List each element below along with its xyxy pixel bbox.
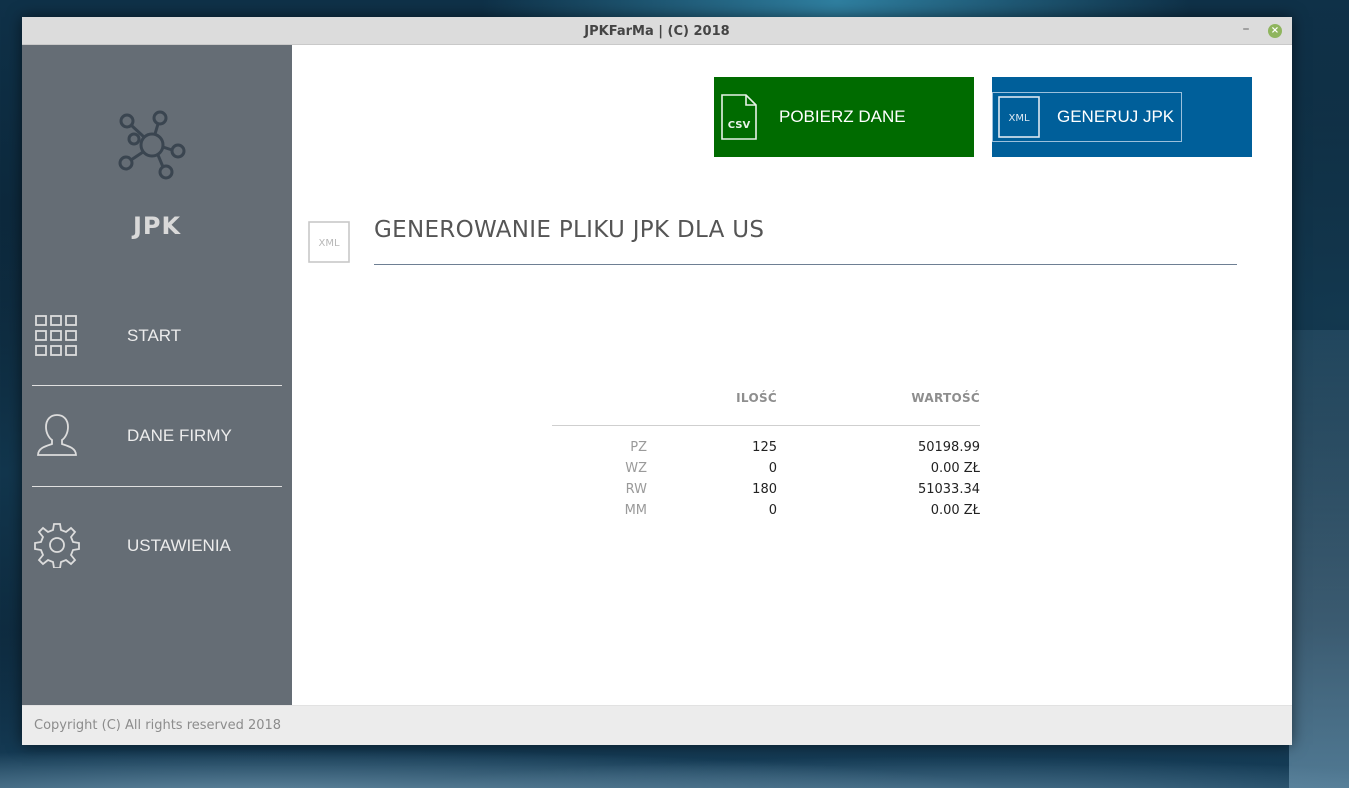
row-qty: 125 (752, 440, 777, 455)
svg-text:XML: XML (1008, 113, 1029, 124)
column-header-value: WARTOŚĆ (911, 391, 980, 405)
row-label: PZ (630, 440, 647, 455)
generate-jpk-button[interactable]: XML GENERUJ JPK (992, 77, 1252, 157)
download-data-button[interactable]: CSV POBIERZ DANE (714, 77, 974, 157)
desktop-snow-right (1289, 330, 1349, 788)
logo-text: JPK (132, 212, 182, 240)
app-window: JPKFarMa | (C) 2018 – × JPK START DANE F… (22, 17, 1292, 745)
sidebar-divider (32, 486, 282, 487)
network-hub-icon (114, 105, 190, 185)
user-icon (34, 412, 80, 462)
sidebar-item-start[interactable]: START (22, 288, 292, 378)
gear-icon (34, 522, 80, 572)
row-qty: 0 (768, 461, 777, 476)
csv-file-icon: CSV (720, 93, 758, 145)
download-data-label: POBIERZ DANE (779, 107, 906, 126)
sidebar-item-label: START (127, 326, 182, 345)
svg-text:XML: XML (318, 238, 339, 249)
sidebar-item-label: USTAWIENIA (127, 536, 231, 555)
xml-file-icon: XML (308, 221, 350, 267)
column-header-qty: ILOŚĆ (736, 391, 777, 405)
row-value: 0.00 ZŁ (930, 503, 980, 518)
sidebar-item-dane-firmy[interactable]: DANE FIRMY (22, 390, 292, 480)
copyright-text: Copyright (C) All rights reserved 2018 (34, 718, 282, 733)
window-title: JPKFarMa | (C) 2018 (584, 24, 730, 39)
sidebar: JPK START DANE FIRMY USTAWIENIA (22, 45, 292, 705)
page-title: GENEROWANIE PLIKU JPK DLA US (374, 217, 765, 243)
row-value: 51033.34 (917, 482, 980, 497)
table-row: RW 180 51033.34 (552, 482, 980, 503)
minimize-button[interactable]: – (1238, 21, 1254, 39)
close-button[interactable]: × (1268, 24, 1282, 38)
sidebar-item-ustawienia[interactable]: USTAWIENIA (22, 500, 292, 590)
table-row: MM 0 0.00 ZŁ (552, 503, 980, 524)
svg-text:CSV: CSV (728, 120, 751, 131)
row-value: 0.00 ZŁ (930, 461, 980, 476)
row-qty: 180 (752, 482, 777, 497)
sidebar-item-label: DANE FIRMY (127, 426, 232, 445)
row-label: RW (625, 482, 647, 497)
table-divider (552, 425, 980, 426)
table-row: PZ 125 50198.99 (552, 440, 980, 461)
grid-icon (34, 314, 78, 362)
generate-jpk-label: GENERUJ JPK (1057, 107, 1175, 126)
footer: Copyright (C) All rights reserved 2018 (22, 705, 1292, 745)
row-label: MM (624, 503, 647, 518)
xml-file-icon: XML (998, 96, 1040, 142)
title-divider (374, 264, 1237, 265)
title-bar[interactable]: JPKFarMa | (C) 2018 – × (22, 17, 1292, 45)
sidebar-divider (32, 385, 282, 386)
main-content: CSV POBIERZ DANE XML GENERUJ JPK XML GEN… (292, 45, 1292, 705)
row-qty: 0 (768, 503, 777, 518)
row-value: 50198.99 (917, 440, 980, 455)
row-label: WZ (625, 461, 647, 476)
table-row: WZ 0 0.00 ZŁ (552, 461, 980, 482)
